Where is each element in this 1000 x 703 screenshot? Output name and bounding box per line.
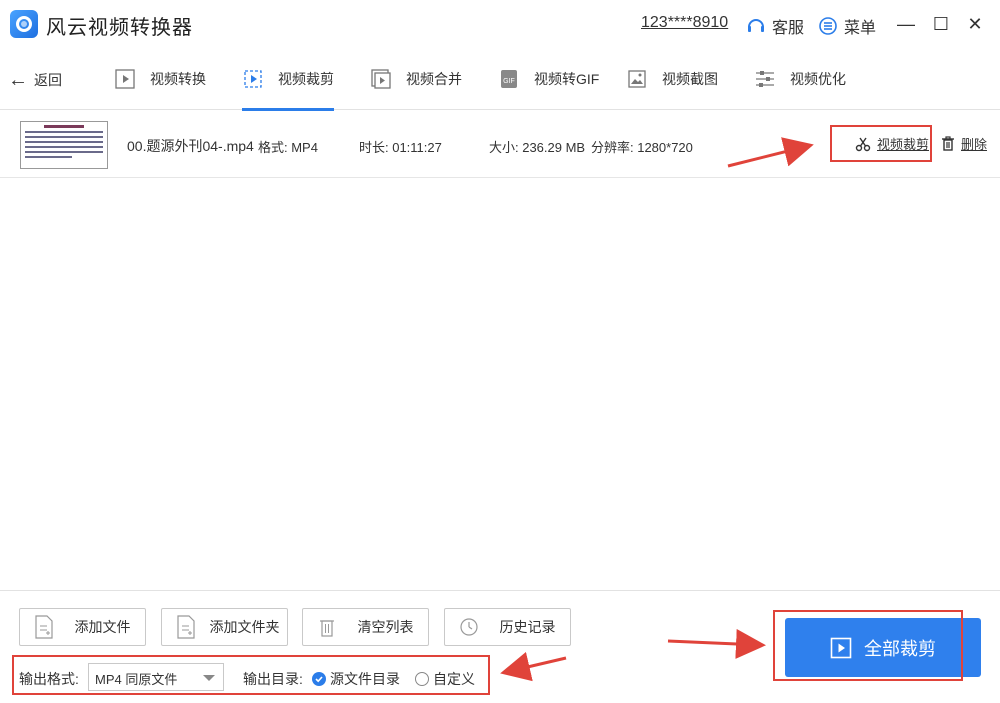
menu-icon [819,17,837,35]
file-duration: 时长: 01:11:27 [359,140,442,155]
radio-unchecked-icon [415,672,429,686]
headset-icon [748,19,764,32]
delete-link[interactable]: 删除 [941,134,987,153]
video-merge-icon [370,68,392,90]
tab-video-merge[interactable]: 视频合并 [370,48,462,110]
clear-list-label: 清空列表 [357,619,414,635]
tab-label: 视频转GIF [534,71,600,87]
crop-all-button[interactable]: 全部裁剪 [785,618,981,677]
video-crop-icon [242,68,264,90]
tab-label: 视频截图 [662,71,718,87]
delete-label: 删除 [961,137,988,152]
chevron-down-icon [203,675,215,681]
history-label: 历史记录 [499,619,556,635]
file-size: 大小: 236.29 MB [489,140,586,155]
svg-text:GIF: GIF [503,78,515,85]
title-bar: 风云视频转换器 123****8910 客服 菜单 — ☐ ✕ [0,0,1000,48]
clear-list-button[interactable]: 清空列表 [302,608,429,646]
file-resolution: 分辨率: 1280*720 [591,140,693,155]
crop-video-label: 视频裁剪 [877,137,930,152]
tab-label: 视频优化 [790,71,846,87]
crop-all-label: 全部裁剪 [864,638,936,659]
maximize-button[interactable]: ☐ [927,10,955,38]
scissors-icon [855,137,871,151]
file-list-row[interactable]: 00.题源外刊04-.mp4 格式: MP4 时长: 01:11:27 大小: … [0,112,1000,178]
minimize-button[interactable]: — [892,10,920,38]
file-list-area [0,179,1000,589]
tab-label: 视频转换 [150,71,206,87]
arrow-left-icon: ← [8,69,28,91]
radio-custom-dir[interactable]: 自定义 [415,669,475,689]
menu-button[interactable]: 菜单 [818,14,876,38]
video-play-icon [114,68,136,90]
menu-label: 菜单 [844,20,877,37]
add-file-button[interactable]: 添加文件 [19,608,146,646]
tab-video-optimize[interactable]: 视频优化 [754,48,846,110]
tab-video-gif[interactable]: GIF 视频转GIF [498,48,599,110]
nav-bar: ← 返回 视频转换 视频裁剪 视频合并 GIF 视频转GIF 视频截图 视频优化 [0,48,1000,111]
history-button[interactable]: 历史记录 [444,608,571,646]
account-link[interactable]: 123****8910 [641,14,728,32]
add-folder-button[interactable]: 添加文件夹 [161,608,288,646]
file-name: 00.题源外刊04-.mp4 [127,138,254,154]
radio-checked-icon [312,672,326,686]
customer-service-label: 客服 [772,20,805,37]
tab-video-convert[interactable]: 视频转换 [114,48,206,110]
radio-source-dir[interactable]: 源文件目录 [312,669,400,689]
video-thumbnail [20,121,108,169]
sliders-icon [754,68,776,90]
output-format-value: MP4 同原文件 [95,672,178,687]
play-icon [830,637,852,658]
close-button[interactable]: ✕ [961,10,989,38]
add-folder-label: 添加文件夹 [209,619,280,635]
tab-video-screenshot[interactable]: 视频截图 [626,48,718,110]
file-format: 格式: MP4 [258,140,318,155]
tab-label: 视频裁剪 [278,71,334,87]
radio-custom-dir-label: 自定义 [433,671,475,687]
back-label: 返回 [34,72,62,88]
add-file-label: 添加文件 [74,619,131,635]
gif-icon: GIF [498,68,520,90]
customer-service-button[interactable]: 客服 [746,14,804,38]
crop-video-link[interactable]: 视频裁剪 [855,134,929,153]
output-dir-label: 输出目录: [243,671,303,687]
screenshot-icon [626,68,648,90]
output-format-select[interactable]: MP4 同原文件 [88,663,224,691]
back-button[interactable]: ← 返回 [8,70,62,90]
trash-icon [942,136,954,151]
app-title: 风云视频转换器 [46,17,193,39]
output-format-label: 输出格式: [19,671,79,687]
tab-video-crop[interactable]: 视频裁剪 [242,48,334,111]
tab-label: 视频合并 [406,71,462,87]
radio-source-dir-label: 源文件目录 [330,671,400,687]
app-logo-icon [10,10,38,38]
